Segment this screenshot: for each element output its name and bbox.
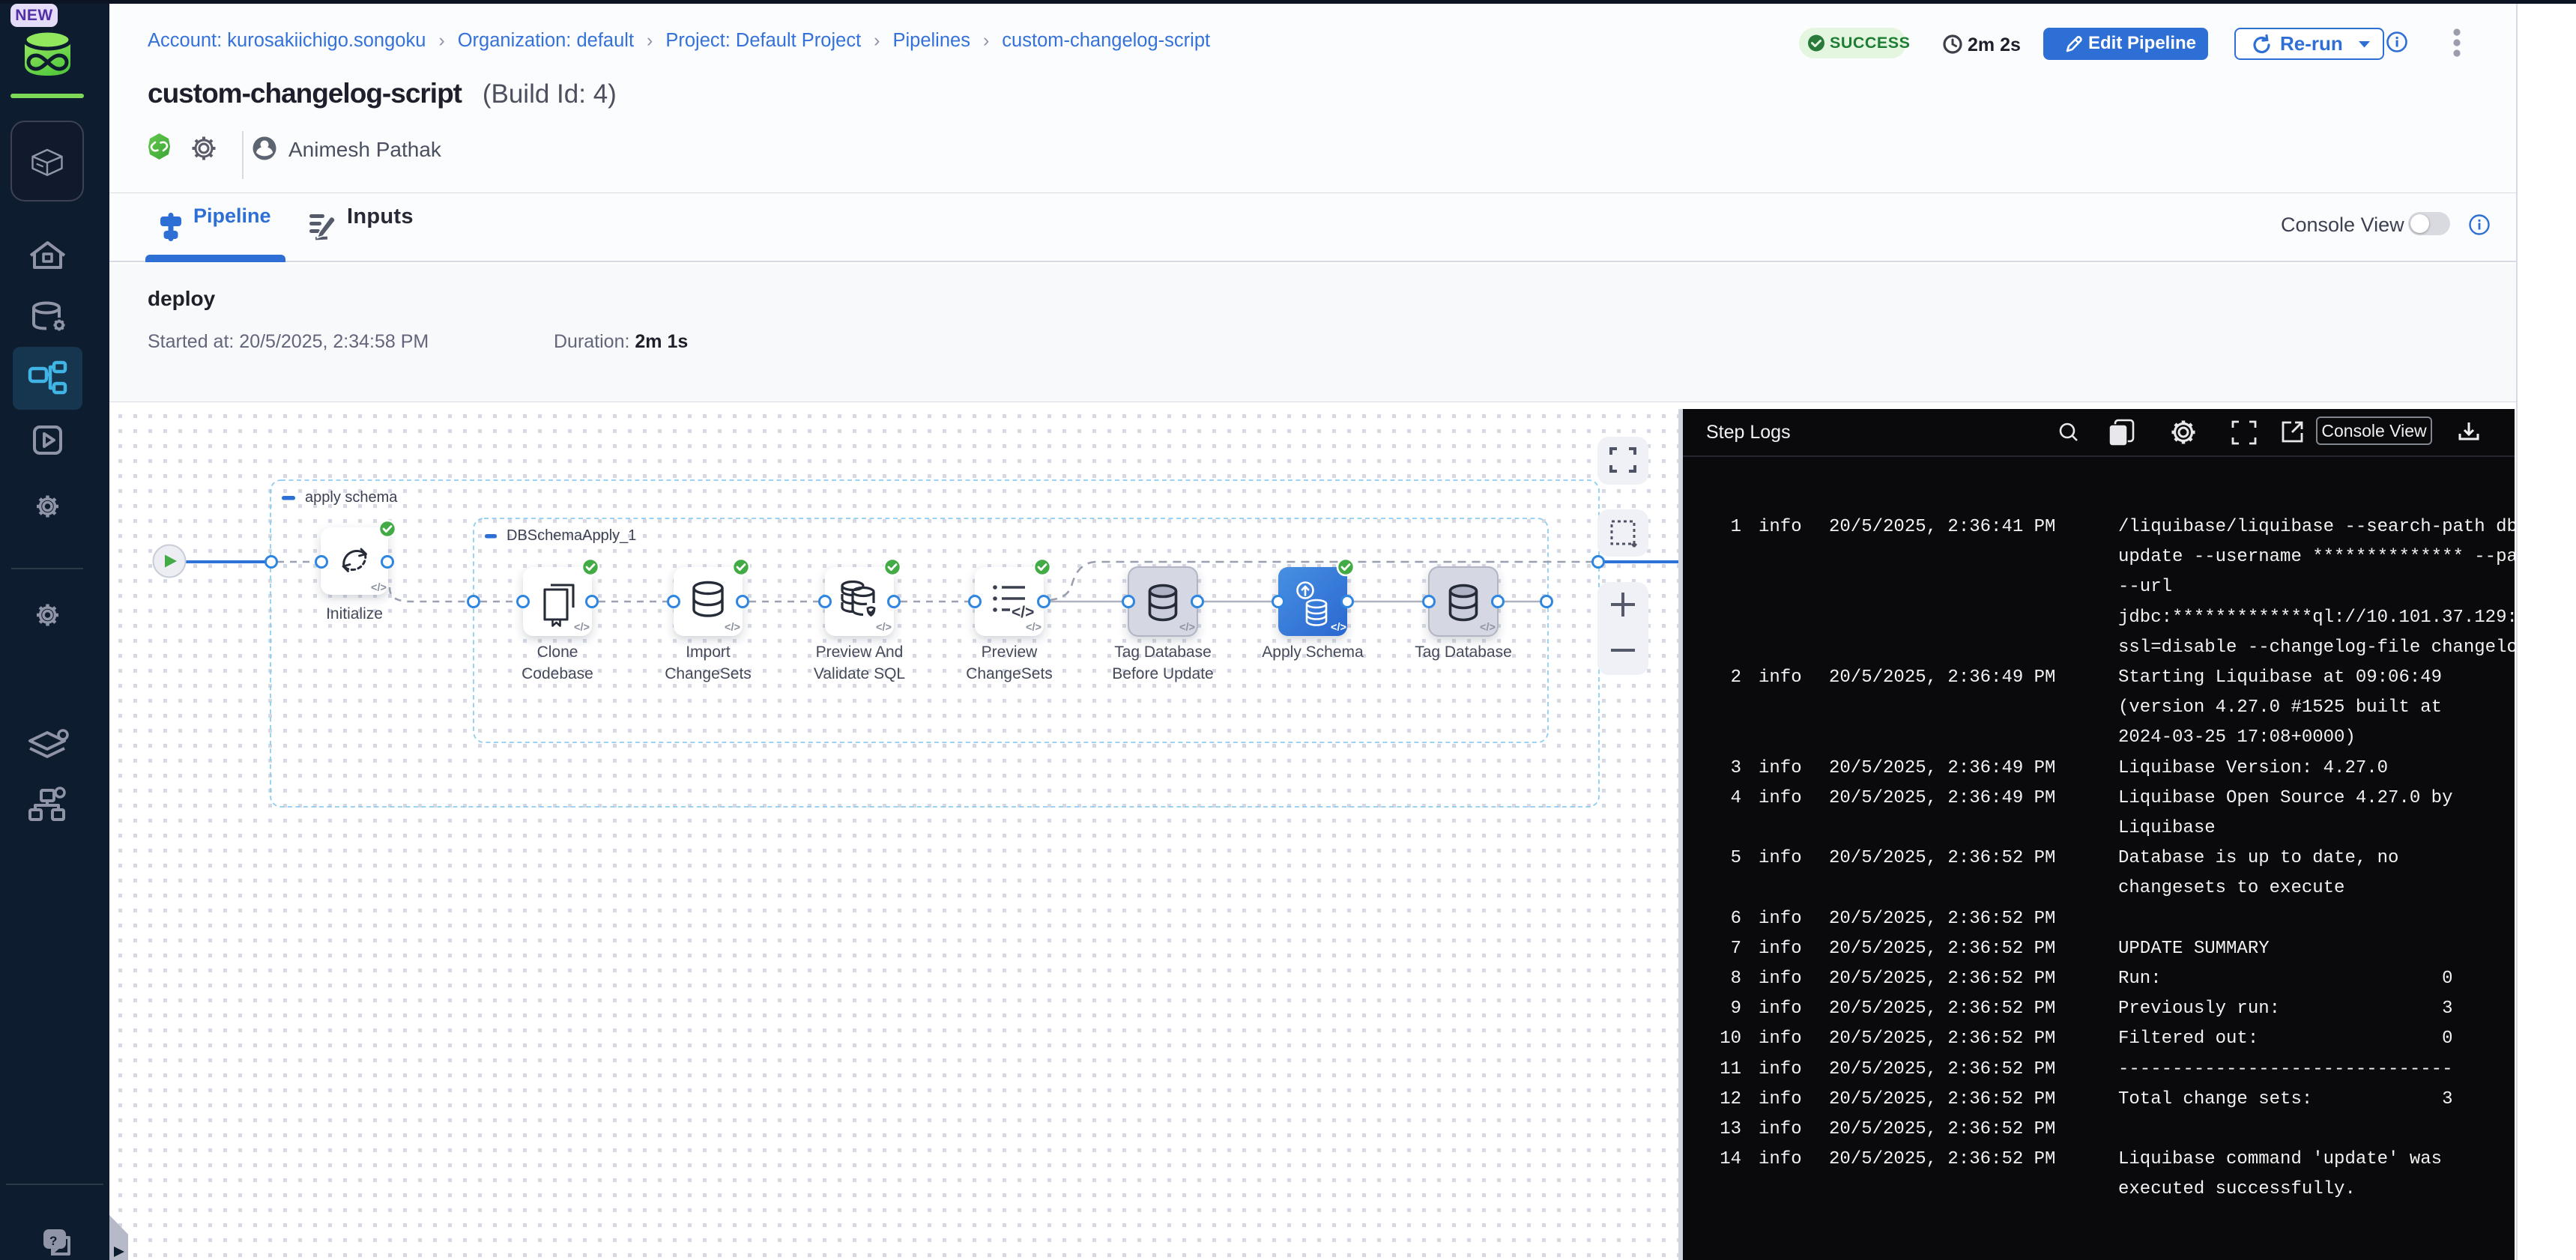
- svg-text:?: ?: [49, 1234, 57, 1248]
